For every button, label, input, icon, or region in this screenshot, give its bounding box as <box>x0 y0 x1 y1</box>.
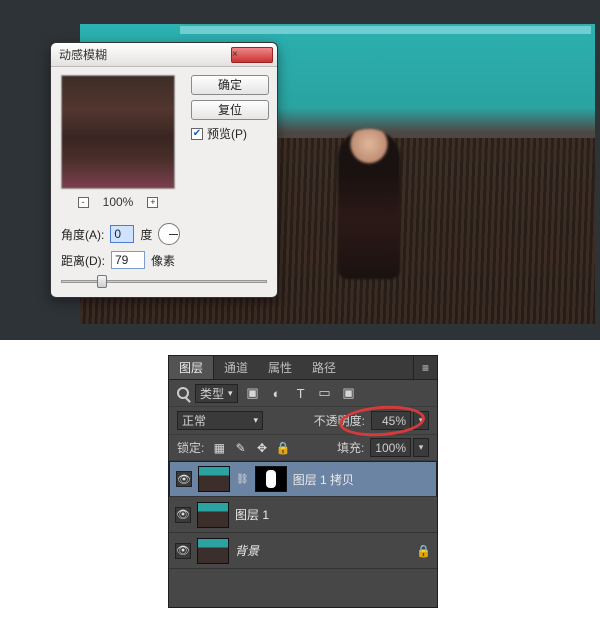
dialog-titlebar[interactable]: 动感模糊 × <box>51 43 277 67</box>
chevron-down-icon: ▾ <box>228 388 233 399</box>
filter-image-icon[interactable]: ▣ <box>244 385 262 401</box>
layer-filter-select[interactable]: 类型 ▾ <box>195 384 238 403</box>
reset-button[interactable]: 复位 <box>191 100 269 120</box>
lock-pixels-icon[interactable]: ▦ <box>210 441 228 455</box>
ok-button[interactable]: 确定 <box>191 75 269 95</box>
close-button[interactable]: × <box>231 47 273 63</box>
lock-label: 锁定: <box>177 439 204 456</box>
opacity-label: 不透明度: <box>314 412 365 429</box>
motion-blur-dialog: 动感模糊 × - 100% + 确定 复位 ✔ 预览(P) 角度(A): 0 度 <box>50 42 278 298</box>
layer-name[interactable]: 背景 <box>235 542 259 559</box>
fill-input[interactable]: 100% <box>370 438 411 457</box>
lock-brush-icon[interactable]: ✎ <box>232 441 250 455</box>
layers-panel: 图层 通道 属性 路径 ≡ 类型 ▾ ▣ ◐ T ▭ ▣ 正常 ▾ 不透明度: <box>168 355 438 608</box>
preview-checkbox[interactable]: ✔ 预览(P) <box>191 125 269 142</box>
filter-type-icon[interactable]: T <box>292 386 310 401</box>
blend-mode-select[interactable]: 正常 ▾ <box>177 411 263 430</box>
tab-properties[interactable]: 属性 <box>258 356 302 379</box>
chevron-down-icon: ▾ <box>253 415 258 426</box>
panel-menu-icon[interactable]: ≡ <box>413 356 437 379</box>
distance-unit: 像素 <box>151 252 175 269</box>
distance-label: 距离(D): <box>61 252 105 269</box>
layer-mask-thumb[interactable] <box>255 466 287 492</box>
lock-move-icon[interactable]: ✥ <box>253 441 271 455</box>
angle-unit: 度 <box>140 226 152 243</box>
filter-adjust-icon[interactable]: ◐ <box>268 386 286 401</box>
dialog-title: 动感模糊 <box>59 46 231 63</box>
layer-name[interactable]: 图层 1 <box>235 506 269 523</box>
zoom-value: 100% <box>103 195 134 209</box>
layer-thumb[interactable] <box>198 466 230 492</box>
filter-shape-icon[interactable]: ▭ <box>316 385 334 401</box>
tab-paths[interactable]: 路径 <box>302 356 346 379</box>
angle-input[interactable]: 0 <box>110 225 134 243</box>
zoom-out-button[interactable]: - <box>78 197 89 208</box>
layer-thumb[interactable] <box>197 502 229 528</box>
search-icon <box>177 387 189 399</box>
visibility-toggle[interactable]: 👁 <box>175 543 191 559</box>
layer-row[interactable]: 👁 ⛓ 图层 1 拷贝 <box>169 461 437 497</box>
close-icon: × <box>232 50 272 60</box>
visibility-toggle[interactable]: 👁 <box>176 471 192 487</box>
layer-thumb[interactable] <box>197 538 229 564</box>
zoom-in-button[interactable]: + <box>147 197 158 208</box>
angle-label: 角度(A): <box>61 226 104 243</box>
lock-all-icon[interactable]: 🔒 <box>274 441 292 455</box>
lock-icon: 🔒 <box>416 544 431 558</box>
filter-smart-icon[interactable]: ▣ <box>340 385 358 401</box>
layer-name[interactable]: 图层 1 拷贝 <box>293 471 354 488</box>
distance-slider[interactable] <box>61 275 267 289</box>
preview-checkbox-label: 预览(P) <box>207 125 247 142</box>
visibility-toggle[interactable]: 👁 <box>175 507 191 523</box>
checkbox-icon: ✔ <box>191 128 203 140</box>
distance-input[interactable]: 79 <box>111 251 145 269</box>
slider-thumb[interactable] <box>97 275 107 288</box>
layer-row[interactable]: 👁 背景 🔒 <box>169 533 437 569</box>
fill-label: 填充: <box>337 439 364 456</box>
layer-row[interactable]: 👁 图层 1 <box>169 497 437 533</box>
tab-channels[interactable]: 通道 <box>214 356 258 379</box>
tab-layers[interactable]: 图层 <box>169 356 214 379</box>
link-icon[interactable]: ⛓ <box>236 474 249 485</box>
blend-mode-value: 正常 <box>182 412 206 429</box>
layer-list: 👁 ⛓ 图层 1 拷贝 👁 图层 1 👁 背景 🔒 <box>169 461 437 569</box>
fill-dropdown[interactable]: ▾ <box>413 438 429 457</box>
blur-preview <box>61 75 175 189</box>
opacity-input[interactable]: 45% <box>371 411 411 430</box>
layer-filter-label: 类型 <box>200 385 224 402</box>
opacity-dropdown[interactable]: ▾ <box>413 411 429 430</box>
angle-dial[interactable] <box>158 223 180 245</box>
